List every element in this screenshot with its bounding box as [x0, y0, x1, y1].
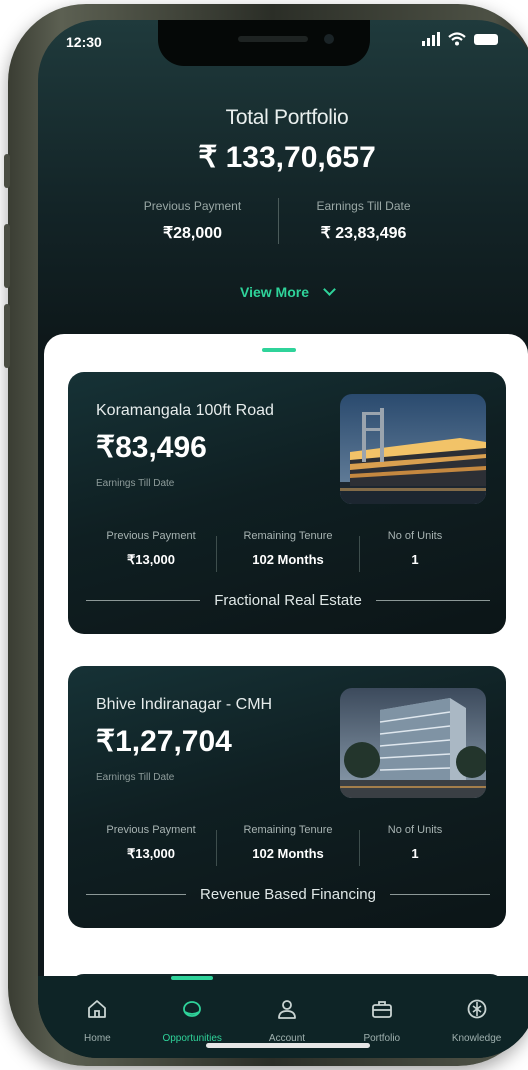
- investment-title: Koramangala 100ft Road: [96, 402, 274, 419]
- bottom-tab-bar: Home Opportunities Account Portfolio Kno…: [38, 976, 528, 1058]
- sheet-handle[interactable]: [262, 348, 296, 352]
- notch: [158, 20, 370, 66]
- tab-home[interactable]: Home: [52, 976, 142, 1044]
- stat-value: 1: [411, 552, 419, 567]
- units-stat: No of Units 1: [360, 530, 470, 567]
- property-image: [340, 394, 486, 504]
- speaker: [238, 36, 308, 42]
- stat-label: Previous Payment: [106, 824, 196, 836]
- investment-earnings-value: ₹83,496: [96, 431, 207, 464]
- investment-stats: Previous Payment ₹13,000 Remaining Tenur…: [86, 530, 496, 572]
- view-more-label: View More: [240, 284, 309, 300]
- stat-value: 102 Months: [252, 846, 324, 861]
- stat-value: 102 Months: [252, 552, 324, 567]
- opportunities-icon: [183, 1001, 202, 1017]
- units-stat: No of Units 1: [360, 824, 470, 861]
- divider-line: [86, 600, 201, 601]
- knowledge-icon: [467, 999, 486, 1019]
- tab-opportunities[interactable]: Opportunities: [147, 976, 237, 1044]
- investment-card[interactable]: Bhive Indiranagar - CMH ₹1,27,704 Earnin…: [68, 666, 506, 928]
- portfolio-summary: Previous Payment ₹28,000 Earnings Till D…: [98, 198, 458, 244]
- silent-switch: [4, 154, 10, 188]
- stat-label: No of Units: [387, 824, 443, 836]
- tab-account[interactable]: Account: [242, 976, 332, 1044]
- status-time: 12:30: [66, 34, 102, 50]
- earnings-value: ₹ 23,83,496: [320, 225, 407, 242]
- total-portfolio-value: ₹ 133,70,657: [198, 141, 376, 174]
- investment-category: Fractional Real Estate: [86, 592, 491, 609]
- remaining-tenure-stat: Remaining Tenure 102 Months: [217, 530, 359, 567]
- divider-line: [389, 894, 491, 895]
- chevron-down-icon: [323, 283, 336, 296]
- previous-payment-label: Previous Payment: [143, 199, 242, 213]
- stat-label: Previous Payment: [106, 530, 196, 542]
- category-label: Revenue Based Financing: [200, 886, 376, 903]
- briefcase-icon: [371, 1001, 392, 1018]
- battery-icon: [474, 33, 498, 45]
- home-indicator[interactable]: [206, 1043, 370, 1048]
- divider-line: [86, 894, 187, 895]
- signal-icon: [422, 32, 440, 46]
- stat-label: Remaining Tenure: [243, 530, 333, 542]
- investments-sheet: Koramangala 100ft Road ₹83,496 Earnings …: [44, 334, 528, 1034]
- remaining-tenure-stat: Remaining Tenure 102 Months: [217, 824, 359, 861]
- phone-frame: 12:30 Total Portfolio ₹ 133,70,657 Previ…: [4, 4, 528, 1066]
- investment-earnings-value: ₹1,27,704: [96, 725, 232, 758]
- category-label: Fractional Real Estate: [214, 592, 362, 609]
- tab-portfolio[interactable]: Portfolio: [337, 976, 427, 1044]
- user-icon: [278, 1000, 296, 1019]
- previous-payment-summary: Previous Payment ₹28,000: [108, 199, 278, 243]
- property-image: [340, 688, 486, 798]
- active-tab-indicator: [171, 976, 214, 980]
- front-camera: [324, 34, 334, 44]
- volume-up-button: [4, 224, 10, 288]
- stat-label: No of Units: [387, 530, 443, 542]
- previous-payment-stat: Previous Payment ₹13,000: [86, 530, 216, 568]
- app-screen: 12:30 Total Portfolio ₹ 133,70,657 Previ…: [38, 20, 528, 1058]
- home-icon: [88, 1000, 107, 1018]
- investment-card[interactable]: Koramangala 100ft Road ₹83,496 Earnings …: [68, 372, 506, 634]
- earnings-label: Earnings Till Date: [316, 199, 411, 213]
- investment-title: Bhive Indiranagar - CMH: [96, 696, 273, 713]
- investment-earnings-label: Earnings Till Date: [96, 478, 175, 489]
- tab-knowledge[interactable]: Knowledge: [432, 976, 522, 1044]
- stat-value: 1: [411, 846, 419, 861]
- previous-payment-value: ₹28,000: [162, 225, 223, 242]
- view-more-button[interactable]: View More: [38, 283, 528, 300]
- previous-payment-stat: Previous Payment ₹13,000: [86, 824, 216, 862]
- wifi-icon: [448, 32, 466, 46]
- stat-value: ₹13,000: [126, 846, 176, 861]
- stat-value: ₹13,000: [126, 552, 176, 567]
- status-icons: [422, 32, 498, 46]
- earnings-summary: Earnings Till Date ₹ 23,83,496: [279, 199, 449, 243]
- stat-label: Remaining Tenure: [243, 824, 333, 836]
- divider-line: [375, 600, 491, 601]
- investment-stats: Previous Payment ₹13,000 Remaining Tenur…: [86, 824, 496, 866]
- investment-category: Revenue Based Financing: [86, 886, 491, 903]
- tab-label: Knowledge: [451, 1033, 502, 1044]
- total-portfolio-label: Total Portfolio: [225, 106, 349, 129]
- tab-label: Home: [84, 1033, 111, 1044]
- investment-earnings-label: Earnings Till Date: [96, 772, 175, 783]
- volume-down-button: [4, 304, 10, 368]
